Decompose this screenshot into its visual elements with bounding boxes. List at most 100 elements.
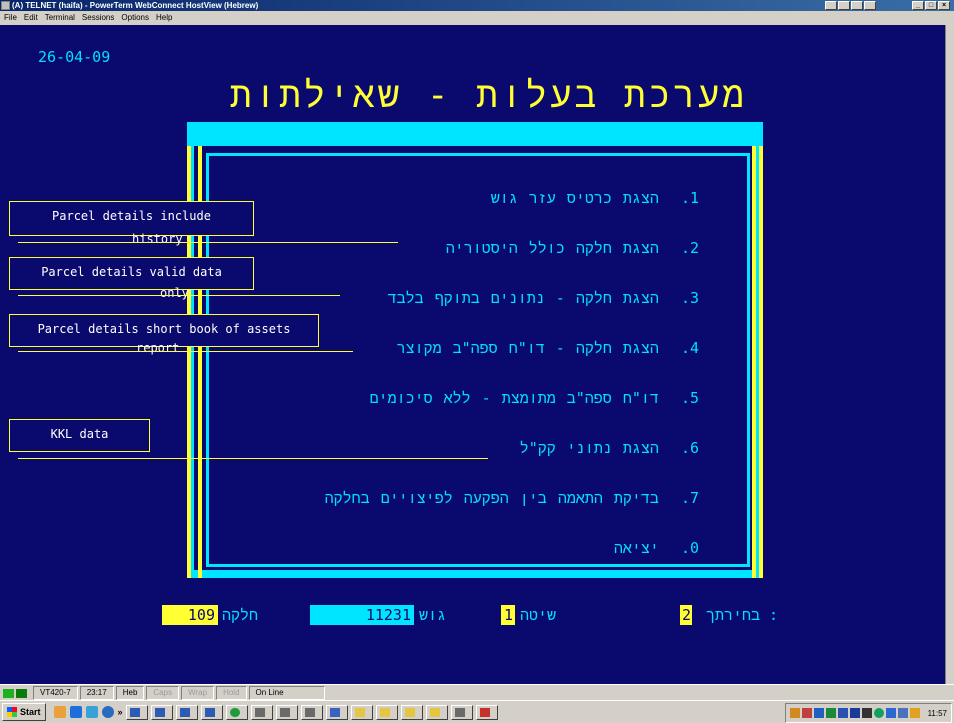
session-led-icon — [16, 688, 27, 698]
task-button-3[interactable] — [175, 704, 198, 720]
parcel-label: חלקה — [222, 606, 259, 624]
frame-right-accent — [752, 146, 756, 578]
toolbar-icon-d[interactable] — [864, 1, 876, 10]
option-number: 6. — [680, 439, 699, 457]
leader-line-3 — [18, 351, 353, 352]
terminal-type: VT420-7 — [33, 686, 78, 700]
menu-option-0[interactable]: 0. יציאה — [614, 539, 699, 558]
close-button[interactable]: × — [938, 1, 950, 10]
annotation-text: KKL data — [50, 427, 109, 441]
menu-frame-inner: 1. הצגת כרטיס עזר גוש 2. הצגת חלקה כולל … — [194, 146, 756, 570]
toolbar-icons — [825, 1, 876, 10]
menu-sessions[interactable]: Sessions — [78, 11, 117, 25]
menu-help[interactable]: Help — [152, 11, 175, 25]
task-button-8[interactable] — [300, 704, 323, 720]
minimize-button[interactable]: _ — [912, 1, 924, 10]
maximize-button[interactable]: □ — [925, 1, 937, 10]
task-button-12[interactable] — [400, 704, 423, 720]
tray-icon-1[interactable] — [789, 708, 800, 718]
annotation-text: Parcel details valid data — [41, 265, 222, 279]
terminal-screen[interactable]: 26-04-09 מערכת בעלות - שאילתות 1. הצגת כ… — [0, 25, 945, 684]
option-text: הצגת חלקה - נתונים בתוקף בלבד — [387, 289, 659, 307]
media-icon[interactable] — [101, 706, 114, 718]
tray-icon-3[interactable] — [813, 708, 824, 718]
menu-terminal[interactable]: Terminal — [41, 11, 78, 25]
task-button-14[interactable] — [450, 704, 473, 720]
menu-option-1[interactable]: 1. הצגת כרטיס עזר גוש — [491, 189, 699, 208]
wrap-indicator: Wrap — [181, 686, 215, 700]
annotation-text: Parcel details short book of assets — [37, 322, 291, 336]
block-label: גוש — [419, 606, 447, 624]
language-tray-icon[interactable] — [849, 708, 860, 718]
option-text: הצגת נתוני קק"ל — [519, 439, 659, 457]
menu-edit[interactable]: Edit — [20, 11, 41, 25]
toolbar-icon-a[interactable] — [825, 1, 837, 10]
menu-option-4[interactable]: 4. הצגת חלקה - דו"ח ספה"ב מקוצר — [397, 339, 699, 358]
task-button-10[interactable] — [350, 704, 373, 720]
option-text: הצגת כרטיס עזר גוש — [490, 189, 659, 207]
task-button-4[interactable] — [200, 704, 223, 720]
menu-panel: 1. הצגת כרטיס עזר גוש 2. הצגת חלקה כולל … — [206, 153, 750, 567]
menu-options[interactable]: Options — [117, 11, 152, 25]
vertical-scrollbar[interactable] — [945, 25, 954, 684]
task-button-2[interactable] — [150, 704, 173, 720]
toolbar-icon-b[interactable] — [838, 1, 850, 10]
option-number: 4. — [680, 339, 699, 357]
hold-indicator: Hold — [216, 686, 247, 700]
taskbar: Start » 11:57 — [0, 700, 954, 723]
annotation-parcel-history: Parcel details include — [9, 201, 254, 236]
toolbar-icon-c[interactable] — [851, 1, 863, 10]
start-button[interactable]: Start — [2, 703, 46, 721]
menu-option-3[interactable]: 3. הצגת חלקה - נתונים בתוקף בלבד — [388, 289, 699, 308]
menu-option-5[interactable]: 5. דו"ח ספה"ב מתומצת - ללא סיכומים — [370, 389, 699, 408]
online-indicator: On Line — [248, 686, 325, 700]
leader-line-1 — [18, 242, 398, 243]
tray-icon-2[interactable] — [801, 708, 812, 718]
tray-icon-9[interactable] — [885, 708, 896, 718]
tray-icon-8[interactable] — [873, 708, 884, 718]
annotation-kkl-data: KKL data — [9, 419, 150, 452]
app-icon[interactable] — [1, 1, 10, 10]
outlook-icon[interactable] — [85, 706, 98, 718]
tray-icon-10[interactable] — [897, 708, 908, 718]
task-button-6[interactable] — [250, 704, 273, 720]
browser-icon[interactable] — [69, 706, 82, 718]
annotation-tail-report: report — [136, 341, 180, 355]
block-field[interactable]: 11231 — [310, 605, 414, 625]
menu-option-7[interactable]: 7. בדיקת התאמה בין הפקעה לפיצויים בחלקה — [325, 489, 699, 508]
tray-icon-5[interactable] — [837, 708, 848, 718]
menu-option-6[interactable]: 6. הצגת נתוני קק"ל — [520, 439, 699, 458]
task-button-7[interactable] — [275, 704, 298, 720]
choice-field[interactable]: 2 — [680, 605, 692, 625]
task-button-1[interactable] — [125, 704, 148, 720]
option-number: 1. — [680, 189, 699, 207]
task-button-5[interactable] — [225, 704, 248, 720]
desktop-icon[interactable] — [53, 706, 66, 718]
menu-bar: File Edit Terminal Sessions Options Help — [0, 11, 954, 25]
system-tray: 11:57 — [784, 703, 952, 723]
menu-option-2[interactable]: 2. הצגת חלקה כולל היסטוריה — [446, 239, 699, 258]
frame-right-accent-2 — [759, 146, 763, 578]
menu-frame: 1. הצגת כרטיס עזר גוש 2. הצגת חלקה כולל … — [187, 122, 763, 578]
status-bar: VT420-7 23:17 Heb Caps Wrap Hold On Line — [0, 684, 954, 701]
task-button-9[interactable] — [325, 704, 348, 720]
option-number: 2. — [680, 239, 699, 257]
task-button-11[interactable] — [375, 704, 398, 720]
task-button-13[interactable] — [425, 704, 448, 720]
task-button-15[interactable] — [475, 704, 498, 720]
annotation-tail-history: history — [132, 232, 183, 246]
method-field[interactable]: 1 — [501, 605, 515, 625]
option-number: 0. — [680, 539, 699, 557]
leader-line-2 — [18, 295, 340, 296]
language-indicator: Heb — [115, 686, 145, 700]
option-number: 7. — [680, 489, 699, 507]
tray-icon-7[interactable] — [861, 708, 872, 718]
menu-file[interactable]: File — [0, 11, 20, 25]
more-icon[interactable]: » — [118, 707, 123, 717]
method-label: שיטה — [520, 606, 557, 624]
option-text: הצגת חלקה - דו"ח ספה"ב מקוצר — [396, 339, 659, 357]
parcel-field[interactable]: 109 — [162, 605, 218, 625]
option-text: יציאה — [613, 539, 659, 557]
tray-icon-11[interactable] — [909, 708, 920, 718]
tray-icon-4[interactable] — [825, 708, 836, 718]
